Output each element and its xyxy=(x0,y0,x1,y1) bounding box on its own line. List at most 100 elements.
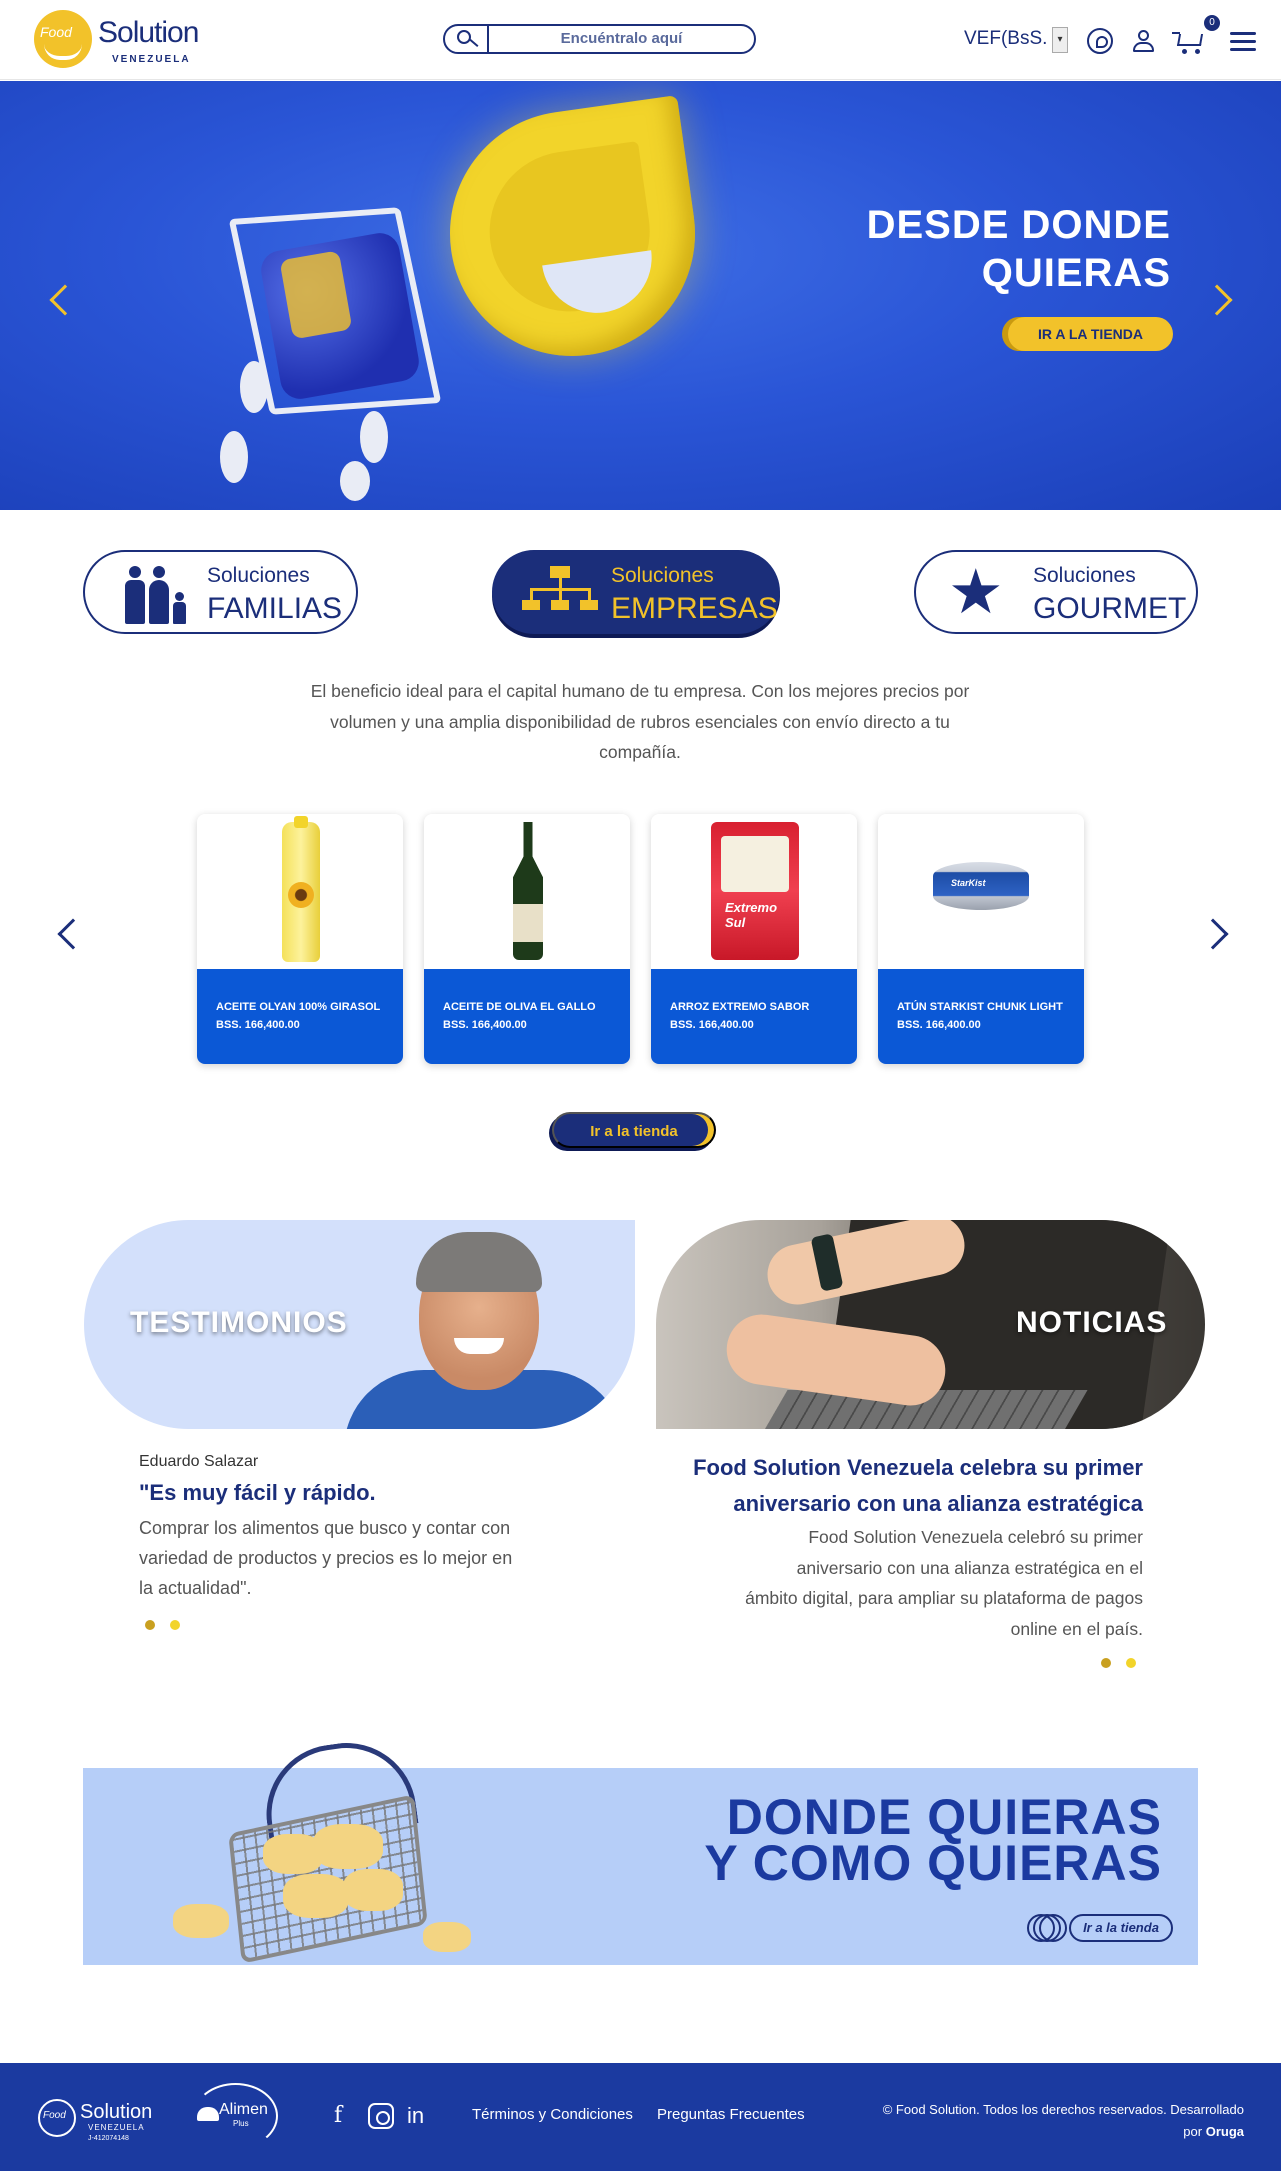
currency-label[interactable]: VEF(BsS. ) xyxy=(964,28,1059,50)
product-price: BSS. 166,400.00 xyxy=(443,1019,527,1031)
search-button[interactable] xyxy=(445,26,489,52)
alimen-plus-logo[interactable]: Alimen Plus xyxy=(193,2083,278,2149)
hero-next-arrow-icon[interactable] xyxy=(1201,284,1233,316)
product-name: ATÚN STARKIST CHUNK LIGHT xyxy=(897,1001,1063,1013)
currency-select-arrow[interactable]: ▾ xyxy=(1052,27,1068,53)
product-name: ARROZ EXTREMO SABOR xyxy=(670,1001,810,1013)
menu-icon[interactable] xyxy=(1230,32,1256,52)
pagination-dot[interactable] xyxy=(145,1620,155,1630)
site-logo[interactable]: Food Solution VENEZUELA xyxy=(34,10,204,68)
pagination-dot[interactable] xyxy=(170,1620,180,1630)
testimonials-title: TESTIMONIOS xyxy=(130,1306,348,1339)
footer-logo-food: Food xyxy=(43,2110,66,2121)
hero-title: DESDE DONDE QUIERAS xyxy=(867,201,1171,297)
logo-smile xyxy=(44,44,82,60)
shopping-cart-illustration xyxy=(210,131,470,501)
search-input[interactable]: Encuéntralo aquí xyxy=(489,30,754,47)
testimonial-pagination xyxy=(145,1617,195,1630)
solution-families-main-label: FAMILIAS xyxy=(207,592,343,625)
banner-store-button[interactable]: Ir a la tienda xyxy=(1069,1914,1173,1942)
org-chart-icon xyxy=(522,566,598,622)
search-bar[interactable]: Encuéntralo aquí xyxy=(443,24,756,54)
footer-rif: J-412074148 xyxy=(88,2135,129,2142)
site-header: Food Solution VENEZUELA Encuéntralo aquí… xyxy=(0,0,1281,80)
cart-count-badge: 0 xyxy=(1204,15,1220,31)
news-title: NOTICIAS xyxy=(1016,1306,1168,1339)
product-info: ACEITE OLYAN 100% GIRASOL BSS. 166,400.0… xyxy=(197,969,403,1064)
pasta-basket-illustration xyxy=(173,1734,471,1974)
solution-companies-button[interactable]: Soluciones EMPRESAS xyxy=(492,550,780,634)
testimonials-panel[interactable]: TESTIMONIOS xyxy=(84,1220,635,1429)
solution-description: El beneficio ideal para el capital human… xyxy=(310,681,970,762)
linkedin-icon[interactable]: in xyxy=(407,2103,424,2129)
product-card[interactable]: Extremo Sul ARROZ EXTREMO SABOR BSS. 166… xyxy=(651,814,857,1064)
testimonial-photo xyxy=(324,1220,635,1429)
faq-link[interactable]: Preguntas Frecuentes xyxy=(657,2106,805,2123)
product-info: ACEITE DE OLIVA EL GALLO BSS. 166,400.00 xyxy=(424,969,630,1064)
developer-link[interactable]: Oruga xyxy=(1206,2124,1244,2139)
news-summary: Food Solution Venezuela celebró su prime… xyxy=(745,1527,1143,1639)
cart-icon[interactable] xyxy=(1172,28,1206,54)
cloud-icon xyxy=(197,2107,219,2121)
news-panel[interactable]: NOTICIAS xyxy=(656,1220,1205,1429)
pagination-dot[interactable] xyxy=(1101,1658,1111,1668)
product-price: BSS. 166,400.00 xyxy=(216,1019,300,1031)
footer-logo-sub: VENEZUELA xyxy=(88,2123,145,2132)
testimonial-body: Comprar los alimentos que busco y contar… xyxy=(139,1518,513,1598)
family-icon xyxy=(123,566,193,624)
product-name: ACEITE DE OLIVA EL GALLO xyxy=(443,1001,596,1013)
promo-banner: DONDE QUIERAS Y COMO QUIERAS Ir a la tie… xyxy=(83,1734,1198,1965)
solution-families-button[interactable]: Soluciones FAMILIAS xyxy=(83,550,358,634)
product-price: BSS. 166,400.00 xyxy=(670,1019,754,1031)
terms-link[interactable]: Términos y Condiciones xyxy=(472,2106,633,2123)
footer-logo-brand: Solution xyxy=(80,2101,153,2123)
footer-logo-mark: Food xyxy=(38,2099,76,2137)
product-card[interactable]: ACEITE OLYAN 100% GIRASOL BSS. 166,400.0… xyxy=(197,814,403,1064)
product-image xyxy=(197,814,403,969)
alimen-sub: Plus xyxy=(233,2119,249,2128)
solution-gourmet-top-label: Soluciones xyxy=(1033,564,1136,587)
testimonial-author: Eduardo Salazar xyxy=(139,1453,259,1470)
whatsapp-icon[interactable] xyxy=(1087,28,1113,54)
instagram-icon[interactable] xyxy=(368,2103,394,2129)
alimen-text: Alimen Plus xyxy=(219,2102,268,2131)
site-footer: Food Solution VENEZUELA J-412074148 Alim… xyxy=(0,2063,1281,2171)
copyright-text: © Food Solution. Todos los derechos rese… xyxy=(860,2099,1244,2143)
go-to-store-button[interactable]: Ir a la tienda xyxy=(552,1112,716,1148)
pagination-dot[interactable] xyxy=(1126,1658,1136,1668)
products-next-arrow-icon[interactable] xyxy=(1197,918,1229,950)
product-price: BSS. 166,400.00 xyxy=(897,1019,981,1031)
hero-store-button[interactable]: IR A LA TIENDA xyxy=(1008,317,1173,351)
logo-brand-text: Solution xyxy=(98,16,199,49)
news-pagination xyxy=(1101,1655,1151,1668)
solution-families-top-label: Soluciones xyxy=(207,564,310,587)
solution-companies-top-label: Soluciones xyxy=(611,564,714,587)
product-image xyxy=(424,814,630,969)
product-card[interactable]: ACEITE DE OLIVA EL GALLO BSS. 166,400.00 xyxy=(424,814,630,1064)
hero-prev-arrow-icon[interactable] xyxy=(49,284,81,316)
yellow-drop-illustration xyxy=(434,95,711,372)
hero-title-line1: DESDE DONDE xyxy=(866,203,1171,247)
banner-title: DONDE QUIERAS Y COMO QUIERAS xyxy=(704,1789,1162,1891)
product-name: ACEITE OLYAN 100% GIRASOL xyxy=(216,1001,381,1013)
product-info: ARROZ EXTREMO SABOR BSS. 166,400.00 xyxy=(651,969,857,1064)
banner-title-line2: Y COMO QUIERAS xyxy=(704,1835,1162,1891)
user-icon[interactable] xyxy=(1130,28,1156,54)
banner-title-line1: DONDE QUIERAS xyxy=(726,1789,1162,1845)
news-headline-link[interactable]: Food Solution Venezuela celebra su prime… xyxy=(690,1450,1143,1522)
logo-mark: Food xyxy=(34,10,92,68)
solution-gourmet-main-label: GOURMET xyxy=(1033,592,1187,625)
developed-by-prefix: por xyxy=(1183,2124,1203,2139)
product-image: Extremo Sul xyxy=(651,814,857,969)
product-image: StarKist xyxy=(878,814,1084,969)
hero-title-line2: QUIERAS xyxy=(981,251,1171,295)
solution-gourmet-button[interactable]: ★ Soluciones GOURMET xyxy=(914,550,1198,634)
copyright-line: © Food Solution. Todos los derechos rese… xyxy=(882,2102,1244,2117)
footer-logo[interactable]: Food Solution VENEZUELA J-412074148 xyxy=(38,2095,158,2145)
facebook-icon[interactable]: f xyxy=(334,2103,342,2129)
product-card[interactable]: StarKist ATÚN STARKIST CHUNK LIGHT BSS. … xyxy=(878,814,1084,1064)
products-prev-arrow-icon[interactable] xyxy=(57,918,89,950)
testimonial-quote: "Es muy fácil y rápido. xyxy=(139,1480,376,1505)
logo-food-text: Food xyxy=(40,24,72,40)
logo-sub-text: VENEZUELA xyxy=(112,54,191,65)
